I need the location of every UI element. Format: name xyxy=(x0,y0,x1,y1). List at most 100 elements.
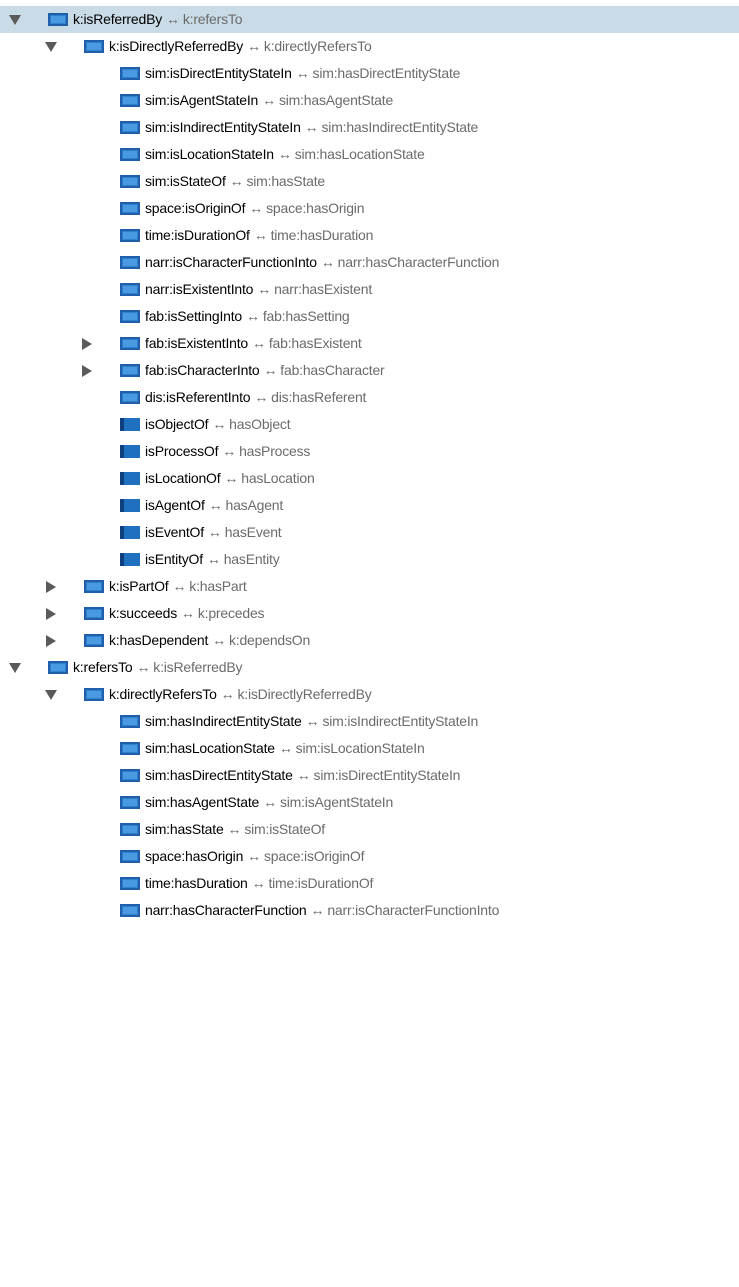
bidirectional-arrow-icon: ↔ xyxy=(253,227,268,243)
object-property-icon xyxy=(120,202,140,215)
object-property-icon xyxy=(120,796,140,809)
object-property-icon xyxy=(120,337,140,350)
tree-row[interactable]: sim:isDirectEntityStateIn ↔ sim:hasDirectE… xyxy=(0,60,739,87)
tree-row[interactable]: fab:isExistentInto ↔ fab:hasExistent xyxy=(0,330,739,357)
tree-row[interactable]: sim:hasAgentState ↔ sim:isAgentStateIn xyxy=(0,789,739,816)
object-property-icon xyxy=(120,148,140,161)
property-label: sim:isDirectEntityStateIn ↔ sim:hasDirectE… xyxy=(145,60,460,87)
inverse-property-name: sim:hasState xyxy=(246,173,325,189)
inverse-property-name: sim:hasIndirectEntityState xyxy=(321,119,479,135)
property-name: k:isReferredBy xyxy=(73,11,163,27)
tree-row[interactable]: k:refersTo ↔ k:isReferredBy xyxy=(0,654,739,681)
property-label: sim:hasIndirectEntityState ↔ sim:isIndirec… xyxy=(145,708,478,735)
local-property-icon xyxy=(120,553,140,566)
bidirectional-arrow-icon: ↔ xyxy=(208,497,223,513)
tree-row[interactable]: sim:hasState ↔ sim:isStateOf xyxy=(0,816,739,843)
tree-row[interactable]: narr:isExistentInto ↔ narr:hasExistent xyxy=(0,276,739,303)
tree-row[interactable]: k:isReferredBy ↔ k:refersTo xyxy=(0,6,739,33)
tree-row[interactable]: narr:isCharacterFunctionInto ↔ narr:hasCha… xyxy=(0,249,739,276)
property-label: narr:isCharacterFunctionInto ↔ narr:hasCha… xyxy=(145,249,499,276)
tree-row[interactable]: isObjectOf ↔ hasObject xyxy=(0,411,739,438)
inverse-property-name: dis:hasReferent xyxy=(271,389,367,405)
tree-row[interactable]: space:hasOrigin ↔ space:isOriginOf xyxy=(0,843,739,870)
tree-row[interactable]: k:succeeds ↔ k:precedes xyxy=(0,600,739,627)
collapse-triangle-right-icon[interactable] xyxy=(44,580,57,593)
property-label: space:isOriginOf ↔ space:hasOrigin xyxy=(145,195,364,222)
tree-row[interactable]: sim:hasDirectEntityState ↔ sim:isDirectEnt… xyxy=(0,762,739,789)
property-label: time:hasDuration ↔ time:isDurationOf xyxy=(145,870,373,897)
object-property-icon xyxy=(120,715,140,728)
local-property-icon xyxy=(120,472,140,485)
object-property-icon xyxy=(120,850,140,863)
tree-row[interactable]: dis:isReferentInto ↔ dis:hasReferent xyxy=(0,384,739,411)
tree-row[interactable]: sim:isIndirectEntityStateIn ↔ sim:hasIndir… xyxy=(0,114,739,141)
bidirectional-arrow-icon: ↔ xyxy=(278,740,293,756)
tree-row[interactable]: narr:hasCharacterFunction ↔ narr:isCharact… xyxy=(0,897,739,924)
collapse-triangle-right-icon[interactable] xyxy=(80,337,93,350)
tree-row[interactable]: isEventOf ↔ hasEvent xyxy=(0,519,739,546)
tree-row[interactable]: isAgentOf ↔ hasAgent xyxy=(0,492,739,519)
bidirectional-arrow-icon: ↔ xyxy=(222,443,237,459)
bidirectional-arrow-icon: ↔ xyxy=(251,875,266,891)
bidirectional-arrow-icon: ↔ xyxy=(212,632,226,648)
property-name: space:hasOrigin xyxy=(145,848,244,864)
tree-row[interactable]: sim:hasIndirectEntityState ↔ sim:isIndirec… xyxy=(0,708,739,735)
expand-triangle-down-icon[interactable] xyxy=(8,13,21,26)
bidirectional-arrow-icon: ↔ xyxy=(166,11,180,27)
inverse-property-name: k:isDirectlyReferredBy xyxy=(237,686,372,702)
local-property-icon xyxy=(120,499,140,512)
tree-row[interactable]: isProcessOf ↔ hasProcess xyxy=(0,438,739,465)
inverse-property-name: sim:hasAgentState xyxy=(278,92,394,108)
tree-row[interactable]: k:hasDependent ↔ k:dependsOn xyxy=(0,627,739,654)
property-label: k:refersTo ↔ k:isReferredBy xyxy=(73,654,242,681)
property-name: sim:isStateOf xyxy=(145,173,226,189)
tree-row[interactable]: isLocationOf ↔ hasLocation xyxy=(0,465,739,492)
property-name: fab:isSettingInto xyxy=(145,308,242,324)
expand-triangle-down-icon[interactable] xyxy=(44,40,57,53)
property-name: sim:hasAgentState xyxy=(145,794,260,810)
object-property-icon xyxy=(120,904,140,917)
property-label: k:directlyRefersTo ↔ k:isDirectlyReferredB… xyxy=(109,681,372,708)
property-label: time:isDurationOf ↔ time:hasDuration xyxy=(145,222,373,249)
tree-row[interactable]: k:isDirectlyReferredBy ↔ k:directlyRefersT… xyxy=(0,33,739,60)
tree-row[interactable]: time:isDurationOf ↔ time:hasDuration xyxy=(0,222,739,249)
tree-row[interactable]: k:isPartOf ↔ k:hasPart xyxy=(0,573,739,600)
object-property-icon xyxy=(120,310,140,323)
tree-row[interactable]: sim:isStateOf ↔ sim:hasState xyxy=(0,168,739,195)
tree-row[interactable]: k:directlyRefersTo ↔ k:isDirectlyReferredB… xyxy=(0,681,739,708)
property-name: sim:hasState xyxy=(145,821,224,837)
bidirectional-arrow-icon: ↔ xyxy=(320,254,335,270)
inverse-property-name: narr:hasCharacterFunction xyxy=(337,254,500,270)
tree-row[interactable]: space:isOriginOf ↔ space:hasOrigin xyxy=(0,195,739,222)
collapse-triangle-right-icon[interactable] xyxy=(44,634,57,647)
object-property-icon xyxy=(120,121,140,134)
property-name: isProcessOf xyxy=(145,443,219,459)
object-property-icon xyxy=(84,634,104,647)
bidirectional-arrow-icon: ↔ xyxy=(207,524,222,540)
inverse-property-name: fab:hasCharacter xyxy=(280,362,385,378)
tree-row[interactable]: fab:isSettingInto ↔ fab:hasSetting xyxy=(0,303,739,330)
collapse-triangle-right-icon[interactable] xyxy=(80,364,93,377)
object-property-icon xyxy=(120,229,140,242)
property-label: sim:isLocationStateIn ↔ sim:hasLocationSta… xyxy=(145,141,425,168)
tree-row[interactable]: sim:isAgentStateIn ↔ sim:hasAgentState xyxy=(0,87,739,114)
bidirectional-arrow-icon: ↔ xyxy=(262,92,276,108)
inverse-property-name: space:isOriginOf xyxy=(263,848,365,864)
expand-triangle-down-icon[interactable] xyxy=(8,661,21,674)
object-property-icon xyxy=(84,580,104,593)
collapse-triangle-right-icon[interactable] xyxy=(44,607,57,620)
object-property-icon xyxy=(84,688,104,701)
property-name: fab:isCharacterInto xyxy=(145,362,260,378)
tree-row[interactable]: fab:isCharacterInto ↔ fab:hasCharacter xyxy=(0,357,739,384)
tree-row[interactable]: sim:hasLocationState ↔ sim:isLocationState… xyxy=(0,735,739,762)
tree-row[interactable]: time:hasDuration ↔ time:isDurationOf xyxy=(0,870,739,897)
bidirectional-arrow-icon: ↔ xyxy=(296,767,311,783)
property-label: sim:isStateOf ↔ sim:hasState xyxy=(145,168,325,195)
expand-triangle-down-icon[interactable] xyxy=(44,688,57,701)
tree-row[interactable]: sim:isLocationStateIn ↔ sim:hasLocationSta… xyxy=(0,141,739,168)
tree-row[interactable]: isEntityOf ↔ hasEntity xyxy=(0,546,739,573)
property-name: k:hasDependent xyxy=(109,632,209,648)
inverse-property-name: sim:isAgentStateIn xyxy=(279,794,394,810)
inverse-property-name: fab:hasSetting xyxy=(262,308,350,324)
property-label: dis:isReferentInto ↔ dis:hasReferent xyxy=(145,384,366,411)
